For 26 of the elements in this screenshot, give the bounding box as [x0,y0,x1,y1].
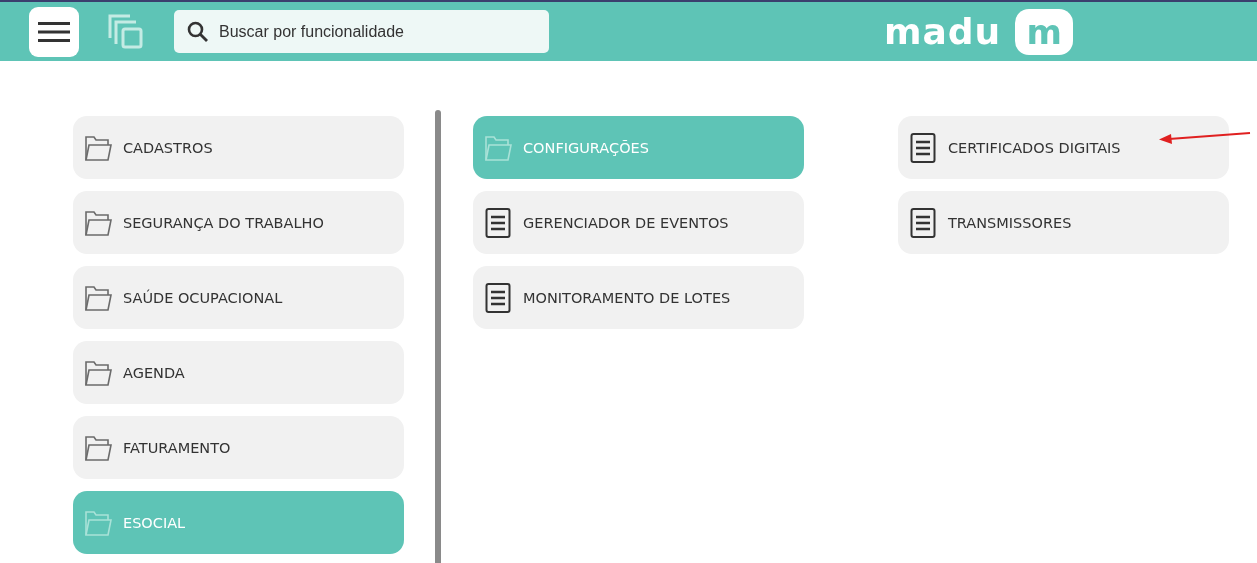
menu-item[interactable]: SAÚDE OCUPACIONAL [73,266,404,329]
menu-item[interactable]: TRANSMISSORES [898,191,1229,254]
menu-button[interactable] [29,6,79,57]
folder-icon [83,283,113,312]
folder-icon [83,508,113,537]
folder-icon [83,433,113,462]
document-icon [483,207,513,238]
document-icon [908,207,938,238]
menu-item[interactable]: FATURAMENTO [73,416,404,479]
menu-item[interactable]: CADASTROS [73,116,404,179]
search-icon [186,20,210,44]
menu-item[interactable]: SEGURANÇA DO TRABALHO [73,191,404,254]
folder-icon [83,133,113,162]
menu-item[interactable]: GERENCIADOR DE EVENTOS [473,191,804,254]
logo-badge: m [1015,8,1074,55]
menu-icon [38,19,70,44]
document-icon [483,282,513,313]
folder-icon [83,358,113,387]
menu-item[interactable]: AGENDA [73,341,404,404]
folder-icon [83,208,113,237]
menu-item[interactable]: CERTIFICADOS DIGITAIS [898,116,1229,179]
search-field[interactable]: Buscar por funcionalidade [174,10,549,53]
document-icon [908,132,938,163]
logo-text: madu [884,13,1002,50]
menu-item[interactable]: MONITORAMENTO DE LOTES [473,266,804,329]
folder-icon [483,133,513,162]
